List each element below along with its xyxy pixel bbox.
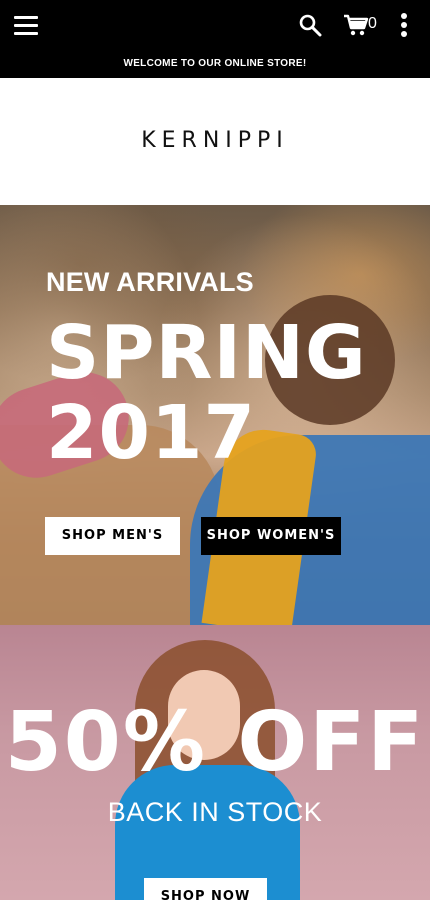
hero-spring-subtitle: NEW ARRIVALS [46, 267, 254, 297]
welcome-banner: WELCOME TO OUR ONLINE STORE! [123, 58, 307, 69]
search-icon[interactable] [298, 13, 322, 37]
shop-womens-button[interactable]: SHOP WOMEN'S [201, 517, 341, 555]
hero-sale-banner: 50% OFF BACK IN STOCK SHOP NOW [0, 625, 430, 900]
logo-area: KERNIPPI [0, 78, 430, 205]
shop-now-button[interactable]: SHOP NOW [144, 878, 267, 900]
hero-spring-title-line1: SPRING [46, 310, 367, 396]
hero-sale-subtitle: BACK IN STOCK [107, 797, 323, 827]
hero-spring-title: SPRING 2017 [46, 313, 367, 473]
hero-spring-banner: NEW ARRIVALS SPRING 2017 SHOP MEN'S SHOP… [0, 205, 430, 625]
shop-mens-button[interactable]: SHOP MEN'S [45, 517, 180, 555]
cart-count[interactable]: 0 [368, 15, 377, 33]
cart-icon[interactable] [343, 13, 369, 37]
hamburger-menu-icon[interactable] [14, 14, 38, 36]
hero-sale-title: 50% OFF [4, 695, 426, 790]
top-bar: 0 WELCOME TO OUR ONLINE STORE! [0, 0, 430, 78]
store-logo[interactable]: KERNIPPI [0, 128, 430, 153]
more-vertical-icon[interactable] [400, 13, 408, 37]
hero-spring-title-line2: 2017 [46, 390, 256, 476]
